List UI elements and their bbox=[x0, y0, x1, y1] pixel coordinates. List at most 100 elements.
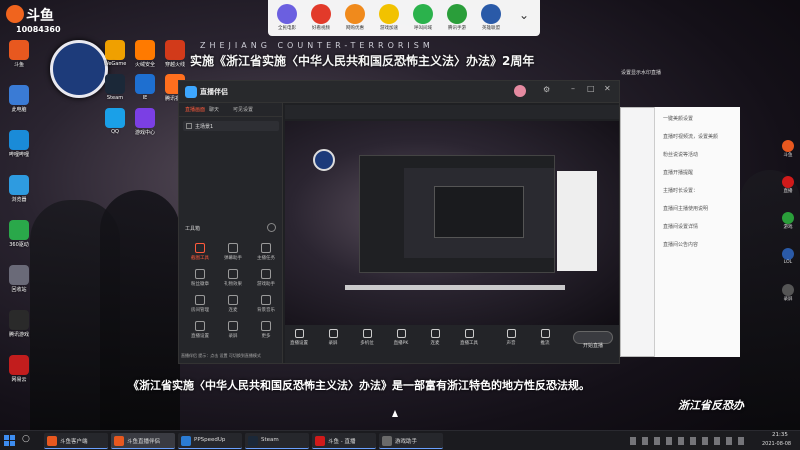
control-button[interactable]: 连麦 bbox=[421, 329, 449, 346]
control-button[interactable]: 多机位 bbox=[353, 329, 381, 346]
right-desktop-icon[interactable]: 直播 bbox=[780, 176, 796, 194]
clock-date[interactable]: 2021-08-08 bbox=[762, 441, 791, 447]
desktop-icon[interactable]: QQ bbox=[100, 108, 130, 135]
taskbar-app[interactable]: PPSpeedUp bbox=[178, 433, 242, 449]
panel-line: 直播间公告内容 bbox=[663, 242, 699, 248]
desktop-icon[interactable]: 360驱动 bbox=[4, 220, 34, 248]
control-button[interactable]: 声音 bbox=[497, 329, 525, 346]
desktop-icon[interactable]: 浏览器 bbox=[4, 175, 34, 203]
live-companion-window: 直播伴侣 ⚙ – □ ✕ 直播画面 聊天 可见设置 主场景1 工具箱 截图工具 弹幕助… bbox=[178, 80, 620, 364]
tool-button[interactable]: 弹幕助手 bbox=[220, 243, 246, 261]
desktop-icon[interactable]: 网易云 bbox=[4, 355, 34, 383]
desktop-icon-label: WeGame bbox=[103, 61, 127, 67]
right-desktop-icon[interactable]: 游戏 bbox=[780, 212, 796, 230]
tools-more-icon[interactable] bbox=[267, 223, 276, 232]
tool-button[interactable]: 更多 bbox=[253, 321, 279, 339]
tool-button[interactable]: 背景音乐 bbox=[253, 295, 279, 313]
douyu-logo-icon bbox=[6, 5, 24, 23]
desktop-icon-label: QQ bbox=[111, 129, 119, 135]
maximize-icon[interactable]: □ bbox=[587, 84, 595, 93]
window-titlebar: 直播伴侣 ⚙ – □ ✕ bbox=[179, 81, 619, 103]
desktop-icon-image bbox=[9, 220, 29, 240]
sidebar-tabs: 直播画面 聊天 可见设置 bbox=[179, 103, 283, 117]
taskbar-app[interactable]: Steam bbox=[245, 433, 309, 449]
right-desktop-icon[interactable]: 录屏 bbox=[780, 284, 796, 302]
desktop-icon[interactable]: 穿越火线 bbox=[160, 40, 190, 68]
tool-button[interactable]: 游戏助手 bbox=[253, 269, 279, 287]
desktop-icon[interactable]: WeGame bbox=[100, 40, 130, 67]
sidebar-tab[interactable]: 聊天 bbox=[209, 106, 219, 113]
right-desktop-icon[interactable]: 斗鱼 bbox=[780, 140, 796, 158]
search-icon[interactable]: ○ bbox=[22, 434, 30, 444]
start-live-button[interactable]: 开始直播 bbox=[573, 331, 613, 349]
control-button[interactable]: 直播工具 bbox=[455, 329, 483, 346]
tool-icon bbox=[261, 243, 271, 253]
top-shortcut-item[interactable]: 腾讯手游 bbox=[442, 4, 472, 34]
tool-label: 录屏 bbox=[228, 334, 238, 339]
taskbar-app[interactable]: 斗鱼客户端 bbox=[44, 433, 108, 449]
desktop-icon-label: 网易云 bbox=[11, 377, 27, 383]
tool-button[interactable]: 直播设置 bbox=[187, 321, 213, 339]
tool-button[interactable]: 截图工具 bbox=[187, 243, 213, 261]
tool-button[interactable]: 连麦 bbox=[220, 295, 246, 313]
top-shortcut-item[interactable]: 呼叫间域 bbox=[408, 4, 438, 34]
avatar[interactable] bbox=[514, 85, 526, 97]
right-desktop-icon-label: 斗鱼 bbox=[783, 153, 793, 158]
sidebar-tab[interactable]: 直播画面 bbox=[185, 106, 205, 113]
tool-button[interactable]: 房间管理 bbox=[187, 295, 213, 313]
top-shortcut-item[interactable]: 网购优惠 bbox=[340, 4, 370, 34]
top-shortcut-icon bbox=[447, 4, 467, 24]
control-icon bbox=[328, 329, 338, 338]
taskbar-app-icon bbox=[382, 436, 392, 446]
taskbar: ○ 斗鱼客户端 斗鱼直播伴侣 PPSpeedUp Steam 斗鱼 - 直播 游戏助手 2… bbox=[0, 430, 800, 450]
desktop-icon[interactable]: 游戏中心 bbox=[130, 108, 160, 136]
tool-icon bbox=[261, 269, 271, 279]
minimize-icon[interactable]: – bbox=[571, 84, 575, 93]
desktop-icon[interactable]: 腾讯游戏 bbox=[4, 310, 34, 338]
control-button[interactable]: 录屏 bbox=[319, 329, 347, 346]
desktop-icon[interactable]: 此电脑 bbox=[4, 85, 34, 113]
top-shortcut-label: 全民电影 bbox=[278, 26, 296, 31]
desktop-icon[interactable]: 回收站 bbox=[4, 265, 34, 293]
desktop-icon-image bbox=[9, 85, 29, 105]
settings-icon[interactable]: ⚙ bbox=[543, 85, 550, 94]
tool-button[interactable]: 主播任务 bbox=[253, 243, 279, 261]
top-shortcut-item[interactable]: 好看视频 bbox=[306, 4, 336, 34]
taskbar-app[interactable]: 斗鱼直播伴侣 bbox=[111, 433, 175, 449]
panel-line: 直播时视频流，设置美颜 bbox=[663, 134, 719, 140]
tool-button[interactable]: 礼物效果 bbox=[220, 269, 246, 287]
top-bar-expand-icon[interactable]: ⌄ bbox=[512, 8, 536, 30]
control-button[interactable]: 推流 bbox=[531, 329, 559, 346]
top-shortcut-icon bbox=[311, 4, 331, 24]
sidebar-tab[interactable]: 可见设置 bbox=[233, 106, 253, 113]
scene-row[interactable]: 主场景1 bbox=[183, 121, 279, 131]
right-desktop-icon-image bbox=[782, 176, 794, 188]
taskbar-app[interactable]: 游戏助手 bbox=[379, 433, 443, 449]
right-desktop-icon-label: 游戏 bbox=[783, 225, 793, 230]
top-shortcut-item[interactable]: 游戏加速 bbox=[374, 4, 404, 34]
control-button[interactable]: 直播PK bbox=[387, 329, 415, 346]
desktop-icon[interactable]: IE bbox=[130, 74, 160, 101]
desktop-icon[interactable]: 斗鱼 bbox=[4, 40, 34, 68]
tool-icon bbox=[261, 321, 271, 331]
top-shortcut-item[interactable]: 英雄联盟 bbox=[476, 4, 506, 34]
desktop-icon[interactable]: Steam bbox=[100, 74, 130, 101]
desktop-icon[interactable]: 哔哩哔哩 bbox=[4, 130, 34, 158]
taskbar-app[interactable]: 斗鱼 - 直播 bbox=[312, 433, 376, 449]
start-icon[interactable] bbox=[4, 435, 15, 446]
top-shortcut-item[interactable]: 全民电影 bbox=[272, 4, 302, 34]
control-icon bbox=[430, 329, 440, 338]
close-icon[interactable]: ✕ bbox=[604, 84, 611, 93]
clock-time[interactable]: 21:35 bbox=[772, 432, 788, 438]
nested-emblem bbox=[313, 149, 335, 171]
taskbar-app-label: PPSpeedUp bbox=[194, 437, 226, 443]
right-desktop-icon[interactable]: LOL bbox=[780, 248, 796, 265]
scene-icon bbox=[186, 123, 192, 129]
tool-button[interactable]: 粉丝徽章 bbox=[187, 269, 213, 287]
control-button[interactable]: 直播设置 bbox=[285, 329, 313, 346]
desktop-icon[interactable]: 火绒安全 bbox=[130, 40, 160, 68]
desktop-screen: ZHEJIANG COUNTER-TERRORISM 实施《浙江省实施〈中华人民… bbox=[0, 0, 800, 450]
panel-line: 主播时长设置： bbox=[663, 188, 699, 194]
tool-label: 连麦 bbox=[228, 308, 238, 313]
tool-button[interactable]: 录屏 bbox=[220, 321, 246, 339]
